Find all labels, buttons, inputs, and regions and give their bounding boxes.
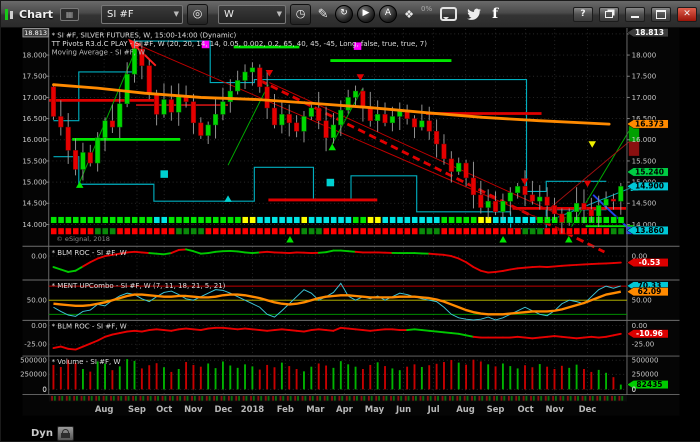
svg-text:Sep: Sep <box>128 404 146 414</box>
svg-text:Nov: Nov <box>546 404 565 414</box>
svg-text:-10.96: -10.96 <box>636 329 663 338</box>
interval-value: W <box>224 9 234 20</box>
svg-text:Jul: Jul <box>427 404 440 414</box>
dyn-label: Dyn <box>31 428 53 439</box>
svg-text:250000: 250000 <box>20 370 47 379</box>
svg-text:14.500: 14.500 <box>22 199 47 208</box>
chevron-down-icon: ▼ <box>277 10 282 18</box>
symbol-search-button[interactable]: ◎ <box>187 4 208 25</box>
chart-window: Chart ▦ SI #F▼ ◎ W▼ ◷ ✎ ↻ ▶ A ❖ 0% f ? ✕… <box>0 0 700 442</box>
svg-text:Aug: Aug <box>456 404 475 414</box>
svg-text:50.00: 50.00 <box>27 296 47 305</box>
layout-grid-badge-icon: ▦ <box>60 8 79 21</box>
svg-text:14.000: 14.000 <box>22 220 47 229</box>
symbol-combo[interactable]: SI #F ▼ <box>101 5 183 24</box>
svg-text:17.000: 17.000 <box>22 93 47 102</box>
toolbar: Chart ▦ SI #F▼ ◎ W▼ ◷ ✎ ↻ ▶ A ❖ 0% f ? ✕ <box>1 1 700 28</box>
svg-text:16.500: 16.500 <box>22 114 47 123</box>
redo-tool-button[interactable]: ↻ <box>335 5 353 23</box>
svg-text:* Volume - SI #F, W: * Volume - SI #F, W <box>52 357 121 366</box>
svg-text:15.000: 15.000 <box>22 177 47 186</box>
svg-text:Dec: Dec <box>579 404 597 414</box>
svg-text:13.860: 13.860 <box>635 226 664 235</box>
svg-text:Mar: Mar <box>306 404 325 414</box>
minimize-button[interactable] <box>625 7 645 22</box>
svg-text:14.500: 14.500 <box>632 199 657 208</box>
symbol-value: SI #F <box>107 9 134 20</box>
chart-canvas[interactable]: 18.50018.50018.00018.00017.50017.50017.0… <box>1 28 700 441</box>
svg-text:-25.00: -25.00 <box>24 340 47 349</box>
maximize-button[interactable] <box>651 7 671 22</box>
chat-icon[interactable] <box>440 7 457 21</box>
close-button[interactable]: ✕ <box>677 7 697 22</box>
svg-text:Feb: Feb <box>277 404 294 414</box>
svg-text:* MENT UPCombo - SI #F, W (7,: * MENT UPCombo - SI #F, W (7, 11, 18, 21… <box>52 281 226 290</box>
chevron-down-icon: ▼ <box>174 10 179 18</box>
svg-text:17.000: 17.000 <box>632 93 657 102</box>
lock-icon[interactable] <box>57 426 74 441</box>
twitter-icon[interactable] <box>466 8 482 21</box>
svg-text:Moving Average - SI #F, W: Moving Average - SI #F, W <box>52 47 146 56</box>
svg-text:16.373: 16.373 <box>635 119 664 128</box>
svg-text:Apr: Apr <box>336 404 354 414</box>
svg-text:2018: 2018 <box>241 404 265 414</box>
svg-text:16.000: 16.000 <box>632 135 657 144</box>
svg-text:18.000: 18.000 <box>632 50 657 59</box>
svg-text:Jun: Jun <box>395 404 411 414</box>
chart-window-icon <box>5 7 14 22</box>
svg-text:Oct: Oct <box>517 404 533 414</box>
svg-text:500000: 500000 <box>20 356 47 365</box>
svg-text:16.000: 16.000 <box>22 135 47 144</box>
percent-change-button[interactable]: 0% <box>421 5 432 13</box>
eraser-tool-button[interactable]: ❖ <box>401 8 417 21</box>
svg-text:18.813: 18.813 <box>24 29 47 37</box>
svg-text:500000: 500000 <box>632 356 659 365</box>
svg-text:Oct: Oct <box>156 404 172 414</box>
svg-text:0.00: 0.00 <box>632 251 648 260</box>
svg-text:* BLM ROC - SI #F, W: * BLM ROC - SI #F, W <box>52 248 127 257</box>
svg-text:15.500: 15.500 <box>22 156 47 165</box>
facebook-icon[interactable]: f <box>492 6 498 22</box>
svg-text:14.900: 14.900 <box>635 182 664 191</box>
interval-combo[interactable]: W▼ <box>218 5 286 24</box>
svg-text:82435: 82435 <box>636 380 662 389</box>
help-button[interactable]: ? <box>573 7 593 22</box>
draw-pencil-button[interactable]: ✎ <box>315 7 331 22</box>
svg-text:15.500: 15.500 <box>632 156 657 165</box>
svg-text:250000: 250000 <box>632 370 659 379</box>
auto-trade-button[interactable]: A <box>379 5 397 23</box>
svg-text:18.813: 18.813 <box>635 28 664 37</box>
svg-text:17.500: 17.500 <box>632 72 657 81</box>
svg-text:0: 0 <box>42 385 46 394</box>
svg-text:Nov: Nov <box>184 404 203 414</box>
svg-text:-25.00: -25.00 <box>632 340 655 349</box>
svg-text:Aug: Aug <box>95 404 114 414</box>
svg-text:17.500: 17.500 <box>22 72 47 81</box>
window-title: Chart <box>19 8 53 21</box>
play-replay-button[interactable]: ▶ <box>357 5 375 23</box>
svg-text:50.00: 50.00 <box>632 296 652 305</box>
svg-text:0.00: 0.00 <box>632 321 648 330</box>
svg-text:0.00: 0.00 <box>31 251 47 260</box>
svg-text:18.000: 18.000 <box>22 50 47 59</box>
svg-text:Sep: Sep <box>487 404 505 414</box>
svg-text:* BLM ROC - SI #F, W: * BLM ROC - SI #F, W <box>52 321 127 330</box>
time-template-button[interactable]: ◷ <box>290 4 311 25</box>
dyn-timeframe-control[interactable]: Dyn <box>31 426 74 441</box>
svg-text:May: May <box>365 404 385 414</box>
svg-text:Dec: Dec <box>214 404 232 414</box>
svg-text:0.00: 0.00 <box>31 321 47 330</box>
svg-text:15.240: 15.240 <box>635 167 664 176</box>
restore-window-button[interactable] <box>599 7 619 22</box>
svg-text:© eSignal, 2018: © eSignal, 2018 <box>56 235 110 243</box>
svg-text:0: 0 <box>632 385 636 394</box>
